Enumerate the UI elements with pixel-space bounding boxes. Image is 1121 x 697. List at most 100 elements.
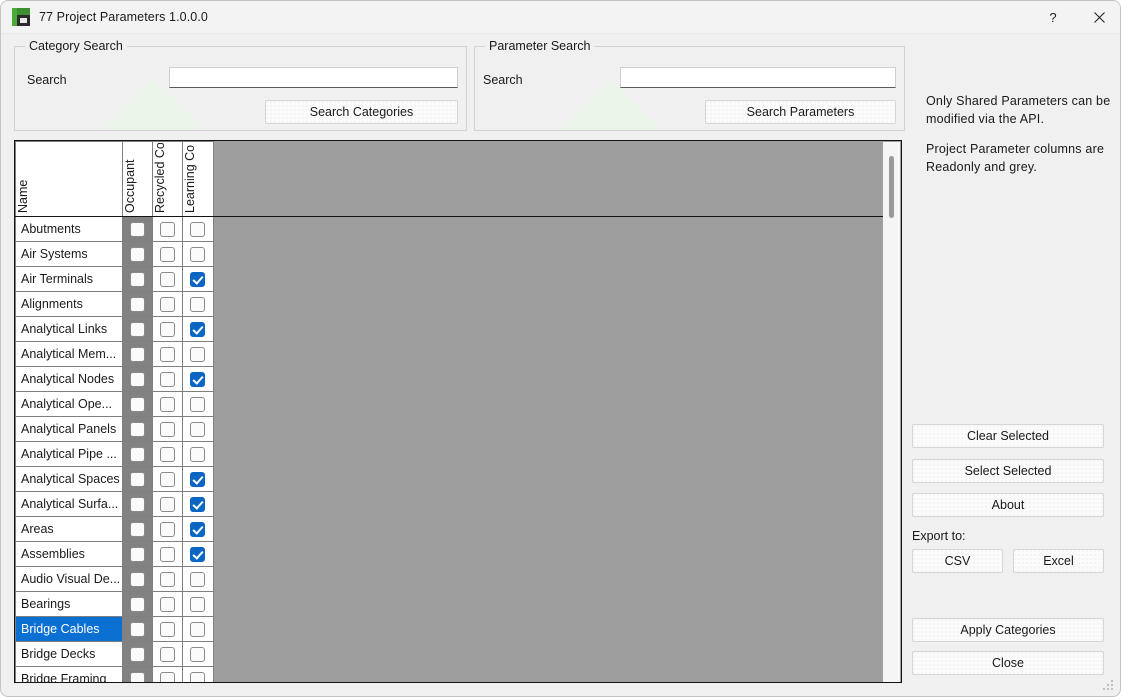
cell-learning-checkbox[interactable] [182, 391, 214, 417]
parameter-search-input[interactable] [620, 67, 896, 88]
column-header-recycled[interactable]: Recycled Co [152, 141, 184, 217]
categories-grid[interactable]: Name Occupant Recycled Co Learning Co Ab… [14, 140, 902, 683]
cell-learning-checkbox[interactable] [182, 641, 214, 667]
checkbox-unchecked-icon[interactable] [160, 371, 176, 387]
table-row[interactable]: Analytical Surfa... [15, 491, 884, 517]
checkbox-unchecked-icon[interactable] [160, 396, 176, 412]
cell-category-name[interactable]: Analytical Mem... [15, 341, 124, 367]
cell-recycled-checkbox[interactable] [152, 491, 184, 517]
checkbox-unchecked-icon[interactable] [160, 446, 176, 462]
cell-category-name[interactable]: Analytical Panels [15, 416, 124, 442]
checkbox-unchecked-icon[interactable] [190, 671, 206, 682]
export-csv-button[interactable]: CSV [912, 549, 1003, 573]
cell-recycled-checkbox[interactable] [152, 541, 184, 567]
cell-category-name[interactable]: Bearings [15, 591, 124, 617]
table-row[interactable]: Bearings [15, 591, 884, 617]
table-row[interactable]: Analytical Nodes [15, 366, 884, 392]
checkbox-checked-icon[interactable] [190, 471, 206, 487]
table-row[interactable]: Audio Visual De... [15, 566, 884, 592]
cell-learning-checkbox[interactable] [182, 491, 214, 517]
cell-recycled-checkbox[interactable] [152, 566, 184, 592]
clear-selected-button[interactable]: Clear Selected [912, 424, 1104, 448]
cell-category-name[interactable]: Alignments [15, 291, 124, 317]
table-row[interactable]: Areas [15, 516, 884, 542]
cell-recycled-checkbox[interactable] [152, 441, 184, 467]
cell-recycled-checkbox[interactable] [152, 216, 184, 242]
cell-learning-checkbox[interactable] [182, 666, 214, 682]
grid-scrollbar-thumb[interactable] [889, 156, 894, 218]
apply-categories-button[interactable]: Apply Categories [912, 618, 1104, 642]
cell-learning-checkbox[interactable] [182, 591, 214, 617]
checkbox-unchecked-icon[interactable] [160, 296, 176, 312]
table-row[interactable]: Analytical Ope... [15, 391, 884, 417]
column-header-name[interactable]: Name [15, 141, 124, 217]
cell-category-name[interactable]: Analytical Nodes [15, 366, 124, 392]
checkbox-unchecked-icon[interactable] [160, 346, 176, 362]
table-row[interactable]: Air Systems [15, 241, 884, 267]
checkbox-unchecked-icon[interactable] [190, 396, 206, 412]
cell-category-name[interactable]: Audio Visual De... [15, 566, 124, 592]
cell-learning-checkbox[interactable] [182, 241, 214, 267]
table-row[interactable]: Analytical Spaces [15, 466, 884, 492]
checkbox-unchecked-icon[interactable] [190, 246, 206, 262]
cell-category-name[interactable]: Analytical Spaces [15, 466, 124, 492]
search-parameters-button[interactable]: Search Parameters [705, 100, 896, 124]
checkbox-unchecked-icon[interactable] [190, 646, 206, 662]
cell-recycled-checkbox[interactable] [152, 266, 184, 292]
checkbox-unchecked-icon[interactable] [190, 571, 206, 587]
checkbox-unchecked-icon[interactable] [160, 546, 176, 562]
cell-category-name[interactable]: Analytical Ope... [15, 391, 124, 417]
table-row[interactable]: Assemblies [15, 541, 884, 567]
cell-recycled-checkbox[interactable] [152, 616, 184, 642]
cell-learning-checkbox[interactable] [182, 466, 214, 492]
checkbox-unchecked-icon[interactable] [190, 596, 206, 612]
cell-recycled-checkbox[interactable] [152, 516, 184, 542]
close-button[interactable]: Close [912, 651, 1104, 675]
table-row[interactable]: Air Terminals [15, 266, 884, 292]
checkbox-unchecked-icon[interactable] [160, 496, 176, 512]
checkbox-unchecked-icon[interactable] [160, 271, 176, 287]
table-row[interactable]: Bridge Cables [15, 616, 884, 642]
help-button[interactable]: ? [1030, 1, 1076, 34]
checkbox-checked-icon[interactable] [190, 271, 206, 287]
cell-recycled-checkbox[interactable] [152, 641, 184, 667]
cell-recycled-checkbox[interactable] [152, 591, 184, 617]
checkbox-unchecked-icon[interactable] [190, 346, 206, 362]
table-row[interactable]: Analytical Mem... [15, 341, 884, 367]
checkbox-unchecked-icon[interactable] [190, 296, 206, 312]
cell-learning-checkbox[interactable] [182, 516, 214, 542]
cell-recycled-checkbox[interactable] [152, 316, 184, 342]
cell-category-name[interactable]: Assemblies [15, 541, 124, 567]
table-row[interactable]: Bridge Decks [15, 641, 884, 667]
select-selected-button[interactable]: Select Selected [912, 459, 1104, 483]
cell-learning-checkbox[interactable] [182, 291, 214, 317]
checkbox-unchecked-icon[interactable] [160, 596, 176, 612]
table-row[interactable]: Analytical Panels [15, 416, 884, 442]
checkbox-checked-icon[interactable] [190, 546, 206, 562]
table-row[interactable]: Analytical Pipe ... [15, 441, 884, 467]
cell-category-name[interactable]: Areas [15, 516, 124, 542]
checkbox-checked-icon[interactable] [190, 496, 206, 512]
checkbox-unchecked-icon[interactable] [160, 521, 176, 537]
cell-learning-checkbox[interactable] [182, 441, 214, 467]
checkbox-unchecked-icon[interactable] [190, 621, 206, 637]
column-header-learning[interactable]: Learning Co [182, 141, 214, 217]
checkbox-unchecked-icon[interactable] [160, 571, 176, 587]
search-categories-button[interactable]: Search Categories [265, 100, 458, 124]
table-row[interactable]: Bridge Framing [15, 666, 884, 682]
cell-learning-checkbox[interactable] [182, 316, 214, 342]
cell-learning-checkbox[interactable] [182, 541, 214, 567]
checkbox-unchecked-icon[interactable] [160, 471, 176, 487]
grid-vertical-scrollbar[interactable] [883, 142, 900, 682]
column-header-occupant[interactable]: Occupant [122, 141, 154, 217]
cell-category-name[interactable]: Air Systems [15, 241, 124, 267]
checkbox-checked-icon[interactable] [190, 321, 206, 337]
checkbox-unchecked-icon[interactable] [160, 221, 176, 237]
category-search-input[interactable] [169, 67, 458, 88]
cell-learning-checkbox[interactable] [182, 341, 214, 367]
cell-learning-checkbox[interactable] [182, 266, 214, 292]
cell-recycled-checkbox[interactable] [152, 291, 184, 317]
cell-learning-checkbox[interactable] [182, 416, 214, 442]
cell-recycled-checkbox[interactable] [152, 416, 184, 442]
cell-recycled-checkbox[interactable] [152, 366, 184, 392]
